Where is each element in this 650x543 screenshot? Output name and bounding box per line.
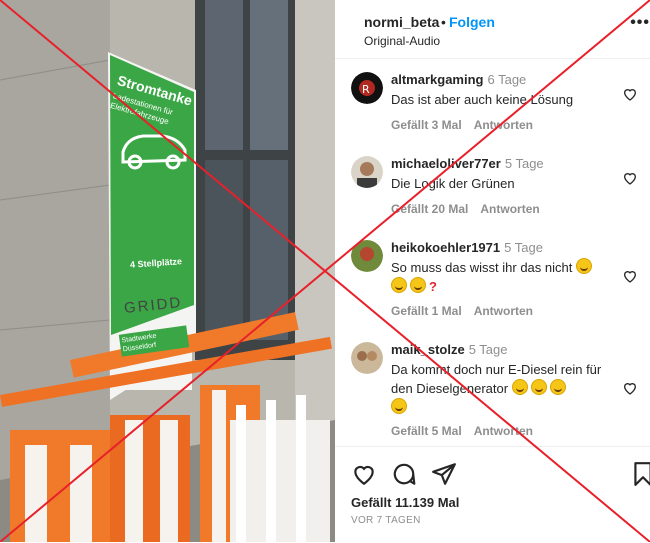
comment-author[interactable]: altmarkgaming <box>391 72 483 87</box>
heart-icon[interactable] <box>351 461 377 487</box>
laughing-emoji-icon <box>575 258 592 274</box>
heart-icon[interactable] <box>622 170 638 186</box>
comment-time[interactable]: 5 Tage <box>469 342 508 357</box>
bookmark-icon[interactable] <box>630 461 650 487</box>
comment-time[interactable]: 5 Tage <box>504 240 543 255</box>
comment-time[interactable]: 5 Tage <box>505 156 544 171</box>
reply-button[interactable]: Antworten <box>474 118 533 132</box>
comment-likes[interactable]: Gefällt 3 Mal <box>391 118 462 132</box>
reply-button[interactable]: Antworten <box>474 424 533 438</box>
comment-username[interactable]: maik_stolze 5 Tage <box>391 342 508 357</box>
comment-meta: Gefällt 5 Mal Antworten <box>391 424 545 438</box>
comment-text: Das ist aber auch keine Lösung <box>391 92 574 107</box>
post-photo: Stromtanke Ladestationen für Elektrofahr… <box>0 0 335 542</box>
follow-button[interactable]: Folgen <box>449 14 495 30</box>
comment-text-block: Da kommt doch nur E-Diesel rein für den … <box>391 360 613 417</box>
comment-item: R altmarkgaming 6 Tage Das ist aber auch … <box>351 72 650 136</box>
avatar[interactable] <box>351 240 383 272</box>
avatar[interactable] <box>351 342 383 374</box>
comment-meta: Gefällt 1 Mal Antworten <box>391 304 545 318</box>
laughing-emoji-icon <box>391 277 407 293</box>
laughing-emoji-icon <box>530 379 547 395</box>
laughing-emoji-icon <box>549 379 566 395</box>
post-author[interactable]: normi_beta <box>364 14 439 30</box>
question-mark-icon: ? <box>429 279 437 294</box>
comment-icon[interactable] <box>391 461 417 487</box>
comment-item: michaeloliver77er 5 Tage Die Logik der Gr… <box>351 156 650 220</box>
more-options-icon[interactable]: ••• <box>630 14 650 32</box>
heart-icon[interactable] <box>622 268 638 284</box>
avatar[interactable] <box>351 156 383 188</box>
post-header: normi_beta • Folgen Original-Audio ••• <box>335 0 650 59</box>
reply-button[interactable]: Antworten <box>474 304 533 318</box>
separator-dot: • <box>441 14 446 30</box>
comment-author[interactable]: maik_stolze <box>391 342 465 357</box>
laughing-emoji-icon <box>410 277 426 293</box>
comment-item: maik_stolze 5 Tage Da kommt doch nur E-Di… <box>351 342 650 442</box>
action-bar: Gefällt 11.139 Mal VOR 7 TAGEN <box>335 446 650 543</box>
grinning-emoji-icon <box>391 398 407 414</box>
comment-username[interactable]: heikokoehler1971 5 Tage <box>391 240 543 255</box>
reply-button[interactable]: Antworten <box>480 202 539 216</box>
comment-username[interactable]: michaeloliver77er 5 Tage <box>391 156 544 171</box>
post-panel: normi_beta • Folgen Original-Audio ••• R… <box>335 0 650 542</box>
comment-item: heikokoehler1971 5 Tage So muss das wisst… <box>351 240 650 324</box>
post-date[interactable]: VOR 7 TAGEN <box>351 515 421 526</box>
comment-likes[interactable]: Gefällt 20 Mal <box>391 202 468 216</box>
share-icon[interactable] <box>431 461 457 487</box>
photo-scene <box>0 0 335 542</box>
post-likes[interactable]: Gefällt 11.139 Mal <box>351 495 459 510</box>
comment-text-block: So muss das wisst ihr das nicht ? <box>391 258 613 296</box>
audio-label[interactable]: Original-Audio <box>364 34 440 48</box>
avatar[interactable]: R <box>351 72 383 104</box>
comment-text: Die Logik der Grünen <box>391 176 515 191</box>
grinning-emoji-icon <box>511 379 528 395</box>
comment-author[interactable]: michaeloliver77er <box>391 156 501 171</box>
svg-text:R: R <box>362 83 370 96</box>
comment-meta: Gefällt 20 Mal Antworten <box>391 202 552 216</box>
comment-text: So muss das wisst ihr das nicht <box>391 260 573 275</box>
comment-author[interactable]: heikokoehler1971 <box>391 240 500 255</box>
comment-time[interactable]: 6 Tage <box>487 72 526 87</box>
comment-username[interactable]: altmarkgaming 6 Tage <box>391 72 526 87</box>
heart-icon[interactable] <box>622 86 638 102</box>
comment-text: Da kommt doch nur E-Diesel rein für den … <box>391 362 602 396</box>
heart-icon[interactable] <box>622 380 638 396</box>
comment-meta: Gefällt 3 Mal Antworten <box>391 118 545 132</box>
comment-likes[interactable]: Gefällt 5 Mal <box>391 424 462 438</box>
comment-likes[interactable]: Gefällt 1 Mal <box>391 304 462 318</box>
